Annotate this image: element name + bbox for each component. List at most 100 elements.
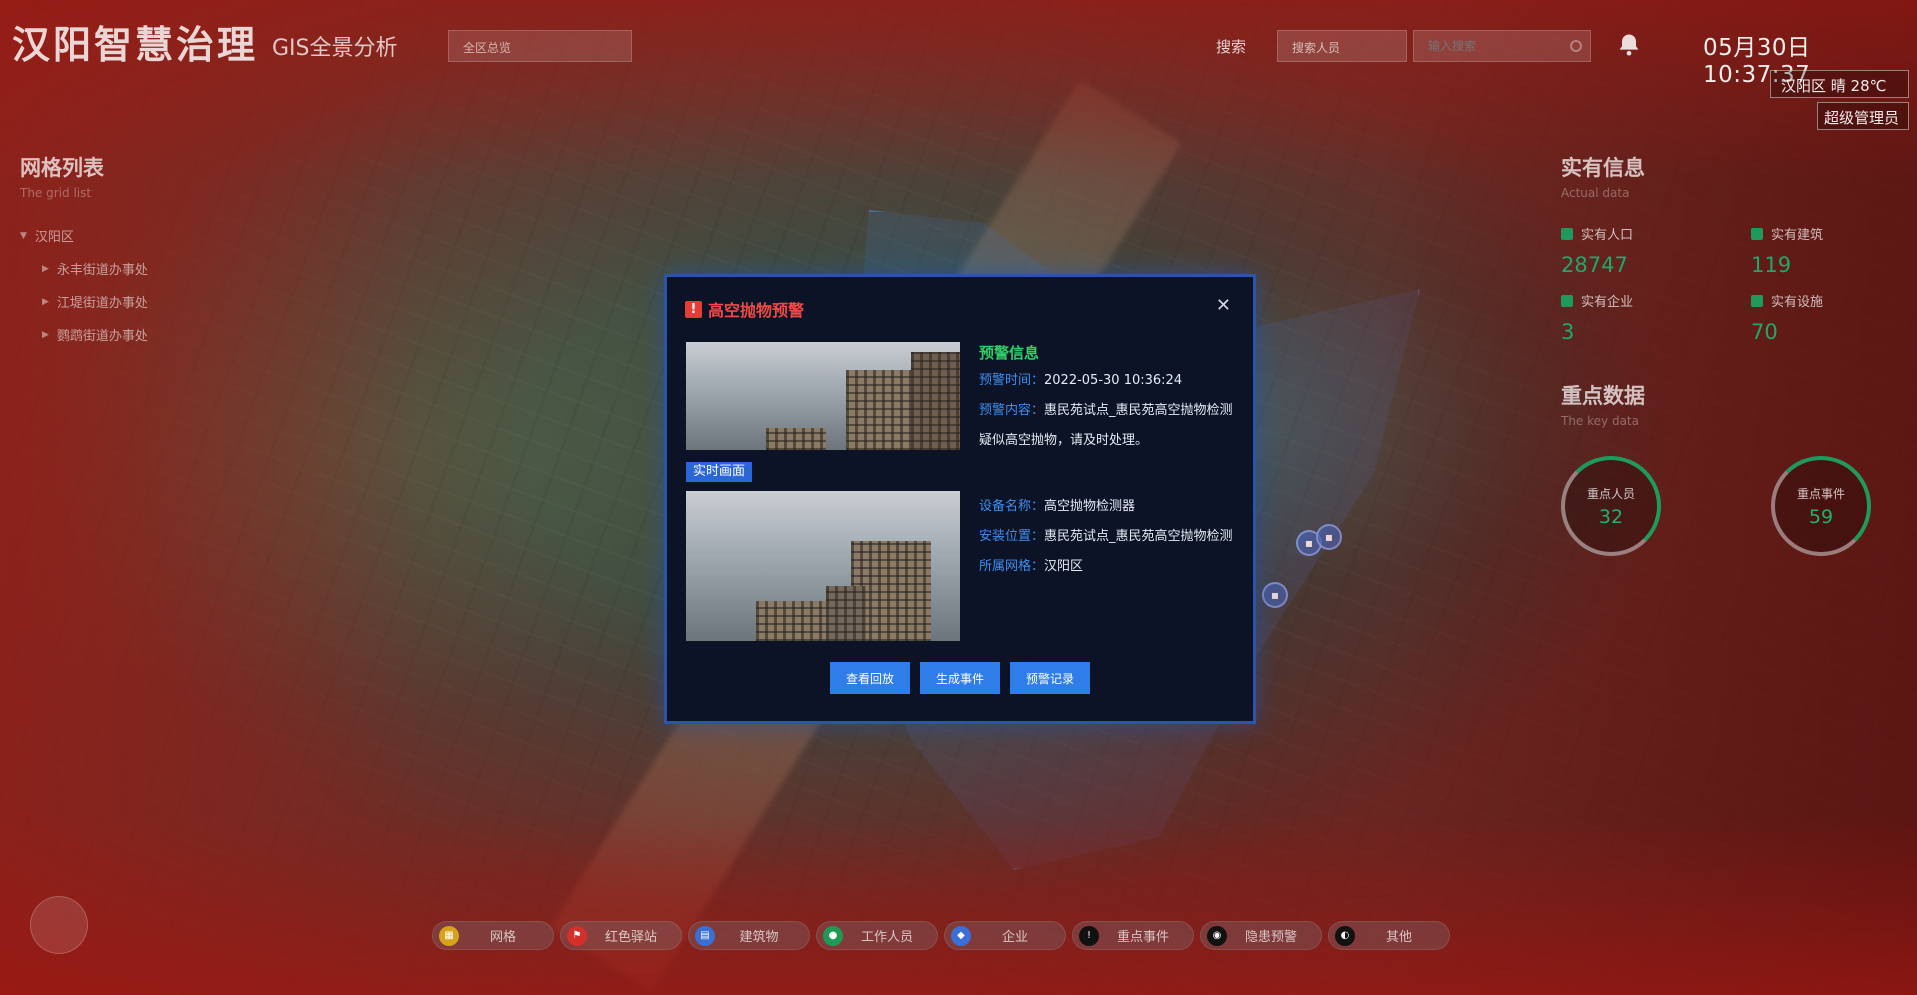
ring-value: 59 [1808, 505, 1834, 528]
stat-label: 实有企业 [1581, 295, 1634, 310]
stat-item-buildings[interactable]: 实有建筑 119 [1751, 224, 1901, 277]
stat-item-enterprises[interactable]: 实有企业 3 [1561, 291, 1751, 344]
layer-toggle-bar: ▦ 网格 ⚑ 红色驿站 ▤ 建筑物 ● 工作人员 ◆ 企业 ! 重点事件 ◉ 隐… [432, 921, 1450, 950]
stat-grid: 实有人口 28747 实有建筑 119 实有企业 3 实有设施 70 [1561, 224, 1901, 344]
caret-right-icon[interactable]: ▶ [42, 264, 49, 274]
view-playback-button[interactable]: 查看回放 [830, 662, 910, 694]
search-icon[interactable] [1570, 40, 1582, 52]
layer-label: 工作人员 [860, 930, 913, 945]
ring-key-persons[interactable]: 重点人员 32 [1561, 456, 1661, 556]
top-header: 汉阳智慧治理 GIS全景分析 全区总览 搜索 搜索人员 05月30日 10:37… [0, 0, 1917, 130]
enterprise-icon: ◆ [951, 925, 971, 946]
grid-list-panel: 网格列表 The grid list ▼ 汉阳区 ▶ 永丰街道办事处 ▶ 江堤街… [20, 152, 148, 358]
tree-node-label: 汉阳区 [34, 230, 74, 245]
facility-icon [1751, 294, 1763, 307]
modal-title: 高空抛物预警 [708, 301, 805, 320]
app-subtitle: GIS全景分析 [272, 36, 398, 61]
stat-label: 实有建筑 [1771, 228, 1824, 243]
bell-icon[interactable] [1615, 30, 1643, 60]
install-location-value: 惠民苑试点_惠民苑高空抛物检测 [1044, 529, 1233, 544]
key-data-rings: 重点人员 32 重点事件 59 [1561, 456, 1901, 556]
caret-down-icon[interactable]: ▼ [20, 231, 27, 241]
device-name-value: 高空抛物检测器 [1044, 499, 1136, 514]
close-icon[interactable]: ✕ [1216, 295, 1231, 316]
grid-list-title: 网格列表 [20, 156, 104, 180]
building-icon [1751, 227, 1763, 240]
actual-data-panel: 实有信息 Actual data 实有人口 28747 实有建筑 119 实有企… [1561, 152, 1901, 556]
layer-toggle-other[interactable]: ◐ 其他 [1328, 921, 1450, 950]
tree-node-child[interactable]: ▶ 江堤街道办事处 [20, 292, 148, 311]
search-label: 搜索 [1216, 38, 1247, 56]
area-select[interactable]: 全区总览 [448, 30, 632, 62]
tree-node-root[interactable]: ▼ 汉阳区 [20, 226, 148, 245]
layer-label: 其他 [1385, 930, 1412, 945]
info-key: 预警时间： [979, 373, 1045, 388]
install-location-row: 安装位置：惠民苑试点_惠民苑高空抛物检测 [979, 522, 1241, 552]
stat-value: 119 [1751, 253, 1792, 277]
alert-info: 预警信息 预警时间：2022-05-30 10:36:24 预警内容：惠民苑试点… [979, 342, 1241, 456]
actual-data-subtitle: Actual data [1561, 186, 1630, 200]
layer-label: 网格 [489, 930, 516, 945]
create-event-button[interactable]: 生成事件 [920, 662, 1000, 694]
alert-time-value: 2022-05-30 10:36:24 [1044, 373, 1183, 388]
stat-label: 实有设施 [1771, 295, 1824, 310]
alert-icon: ! [1079, 925, 1099, 946]
layer-toggle-key-events[interactable]: ! 重点事件 [1072, 921, 1194, 950]
building-icon: ▤ [695, 925, 715, 946]
building-shape [826, 586, 866, 641]
layer-label: 重点事件 [1116, 930, 1169, 945]
weather-badge: 汉阳区 晴 28℃ [1770, 70, 1909, 98]
tree-node-label: 鹦鹉街道办事处 [56, 329, 148, 344]
grid-list-subtitle: The grid list [20, 186, 92, 200]
alert-modal: ! 高空抛物预警 ✕ 实时画面 预警信息 预警时间：2022-05-30 10:… [664, 274, 1256, 724]
search-type-select[interactable]: 搜索人员 [1277, 30, 1407, 62]
tree-node-child[interactable]: ▶ 永丰街道办事处 [20, 259, 148, 278]
alert-records-button[interactable]: 预警记录 [1010, 662, 1090, 694]
alert-snapshot-image[interactable] [686, 342, 960, 450]
stat-label: 实有人口 [1581, 228, 1634, 243]
ring-key-events[interactable]: 重点事件 59 [1771, 456, 1871, 556]
layer-toggle-red-station[interactable]: ⚑ 红色驿站 [560, 921, 682, 950]
iot-icon: ◉ [1207, 925, 1227, 946]
layer-toggle-buildings[interactable]: ▤ 建筑物 [688, 921, 810, 950]
map-marker-icon[interactable]: ▪ [1262, 582, 1288, 608]
live-view-tag: 实时画面 [686, 462, 753, 482]
stat-item-facilities[interactable]: 实有设施 70 [1751, 291, 1901, 344]
caret-right-icon[interactable]: ▶ [42, 330, 49, 340]
ring-label: 重点人员 [1586, 486, 1635, 501]
live-video-feed[interactable] [686, 491, 960, 641]
layer-toggle-grid[interactable]: ▦ 网格 [432, 921, 554, 950]
stat-value: 70 [1751, 320, 1778, 344]
building-shape [846, 370, 916, 450]
layer-toggle-hazard-warning[interactable]: ◉ 隐患预警 [1200, 921, 1322, 950]
grid-value: 汉阳区 [1044, 559, 1084, 574]
caret-right-icon[interactable]: ▶ [42, 297, 49, 307]
device-name-row: 设备名称：高空抛物检测器 [979, 492, 1241, 522]
ring-value: 32 [1598, 505, 1624, 528]
ring-label: 重点事件 [1796, 486, 1845, 501]
building-shape [756, 601, 826, 641]
user-role-button[interactable]: 超级管理员 [1817, 102, 1909, 130]
stat-item-population[interactable]: 实有人口 28747 [1561, 224, 1751, 277]
layer-toggle-enterprise[interactable]: ◆ 企业 [944, 921, 1066, 950]
population-icon [1561, 227, 1573, 240]
building-shape [911, 352, 960, 450]
layer-label: 隐患预警 [1244, 930, 1297, 945]
tree-node-label: 永丰街道办事处 [56, 263, 148, 278]
device-info: 设备名称：高空抛物检测器 安装位置：惠民苑试点_惠民苑高空抛物检测 所属网格：汉… [979, 492, 1241, 582]
map-marker-icon[interactable]: ▪ [1316, 524, 1342, 550]
info-key: 预警内容： [979, 403, 1045, 418]
alert-content-row: 预警内容：惠民苑试点_惠民苑高空抛物检测 疑似高空抛物，请及时处理。 [979, 396, 1241, 456]
compass-icon[interactable] [30, 896, 88, 954]
app-title: 汉阳智慧治理 [12, 23, 259, 67]
stat-value: 28747 [1561, 253, 1628, 277]
alert-info-heading: 预警信息 [979, 344, 1040, 362]
layer-label: 建筑物 [739, 930, 779, 945]
grid-row: 所属网格：汉阳区 [979, 552, 1241, 582]
alert-time-row: 预警时间：2022-05-30 10:36:24 [979, 366, 1241, 396]
key-data-subtitle: The key data [1561, 414, 1639, 428]
layer-toggle-staff[interactable]: ● 工作人员 [816, 921, 938, 950]
search-input[interactable] [1413, 30, 1591, 62]
tree-node-child[interactable]: ▶ 鹦鹉街道办事处 [20, 325, 148, 344]
modal-actions: 查看回放 生成事件 预警记录 [667, 662, 1253, 694]
